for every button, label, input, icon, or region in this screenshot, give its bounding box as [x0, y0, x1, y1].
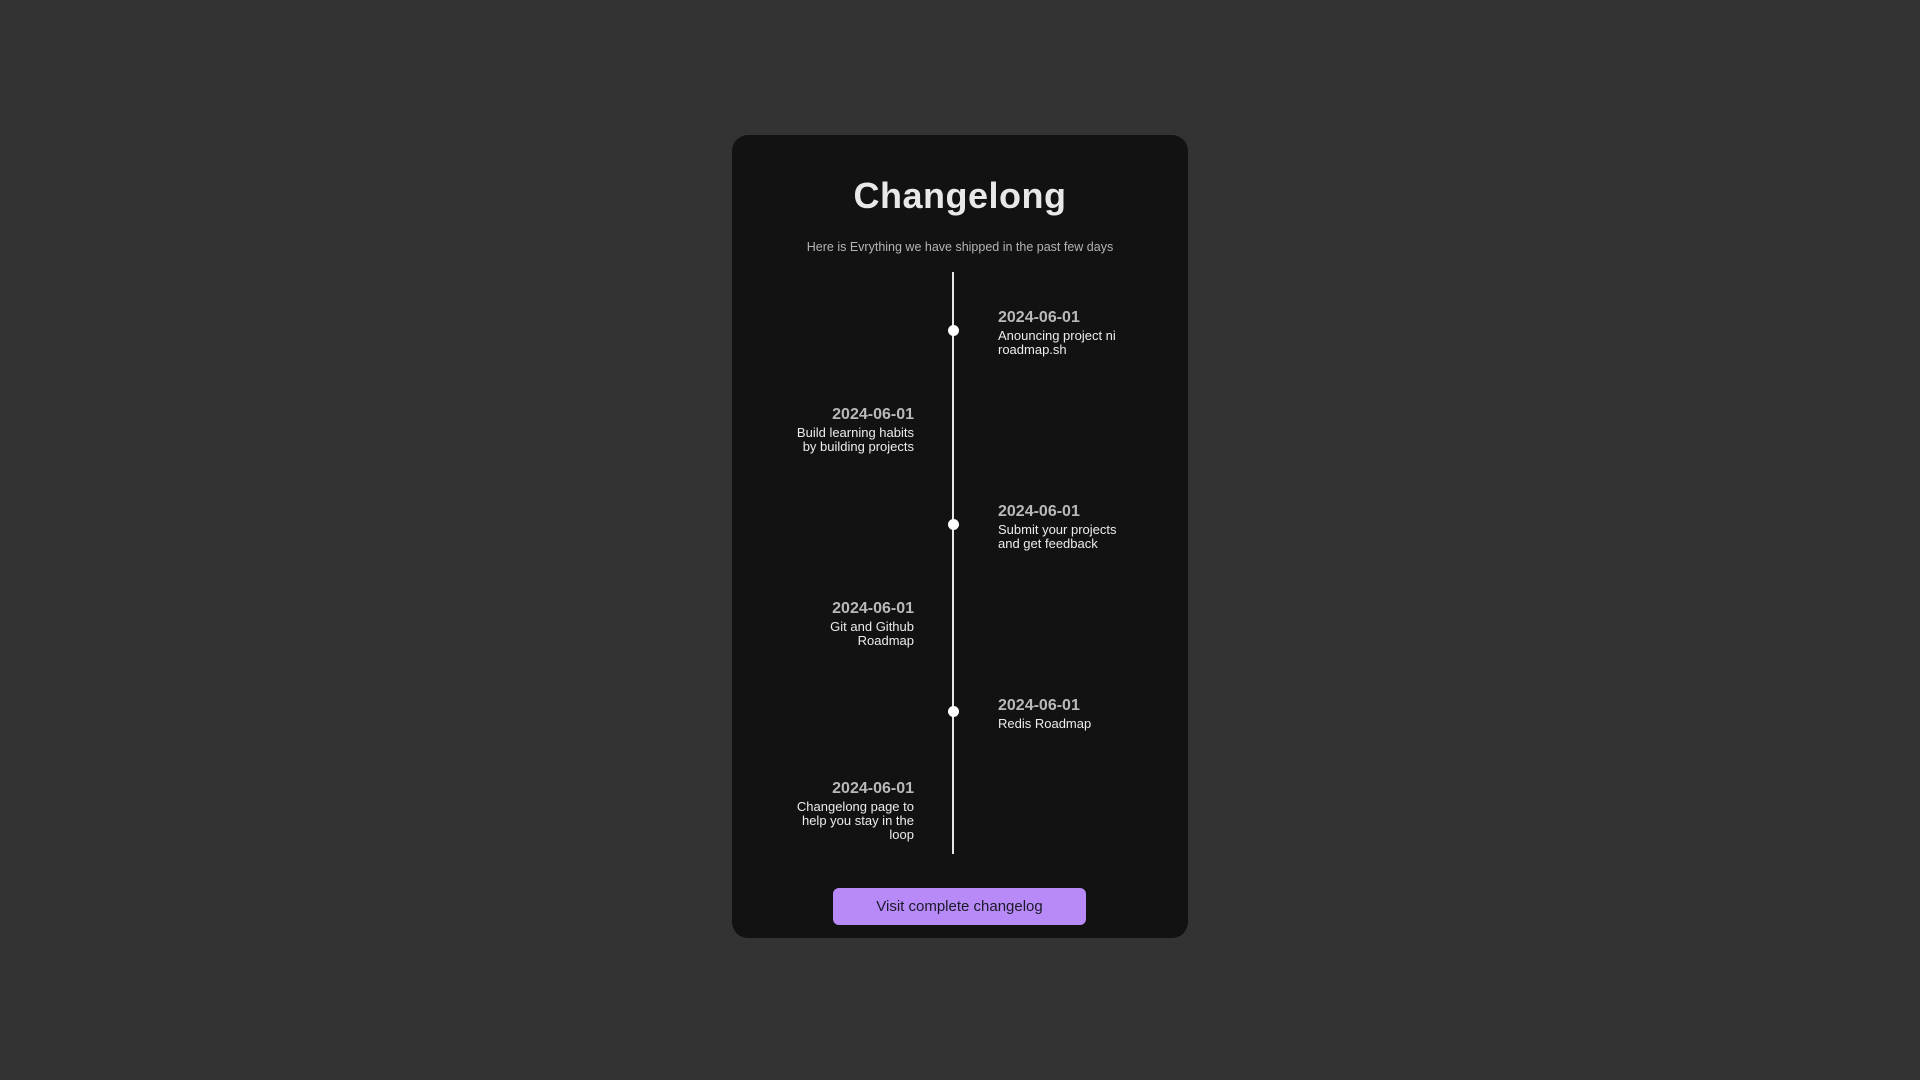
timeline-dot — [947, 519, 959, 530]
timeline-entry: 2024-06-01 Redis Roadmap — [998, 697, 1138, 731]
timeline-entry: 2024-06-01 Changelong page to help you s… — [774, 780, 914, 842]
page-subtitle: Here is Evrything we have shipped in the… — [806, 240, 1114, 254]
entry-text: Submit your projects and get feedback — [998, 522, 1117, 551]
entry-date: 2024-06-01 — [998, 697, 1080, 714]
entry-text: Git and Github Roadmap — [830, 619, 914, 648]
page-title: Changelong — [853, 175, 1067, 216]
timeline-entry: 2024-06-01 Submit your projects and get … — [998, 503, 1138, 551]
entry-date: 2024-06-01 — [998, 309, 1080, 326]
entry-date: 2024-06-01 — [998, 503, 1080, 520]
changelog-card: Changelong Here is Evrything we have shi… — [732, 135, 1188, 938]
entry-date: 2024-06-01 — [832, 600, 914, 617]
timeline-dot — [947, 325, 959, 336]
entry-date: 2024-06-01 — [832, 406, 914, 423]
timeline-entry: 2024-06-01 Git and Github Roadmap — [774, 600, 914, 648]
entry-text: Build learning habits by building projec… — [796, 425, 914, 454]
entry-date: 2024-06-01 — [832, 780, 914, 797]
entry-text: Redis Roadmap — [998, 716, 1092, 731]
timeline-entry: 2024-06-01 Anouncing project ni roadmap.… — [998, 309, 1138, 357]
visit-changelog-button[interactable]: Visit complete changelog — [833, 888, 1086, 925]
timeline-line — [952, 272, 954, 854]
entry-text: Changelong page to help you stay in the … — [796, 799, 914, 842]
timeline-dot — [947, 706, 959, 717]
timeline-entry: 2024-06-01 Build learning habits by buil… — [774, 406, 914, 454]
entry-text: Anouncing project ni roadmap.sh — [998, 328, 1116, 357]
